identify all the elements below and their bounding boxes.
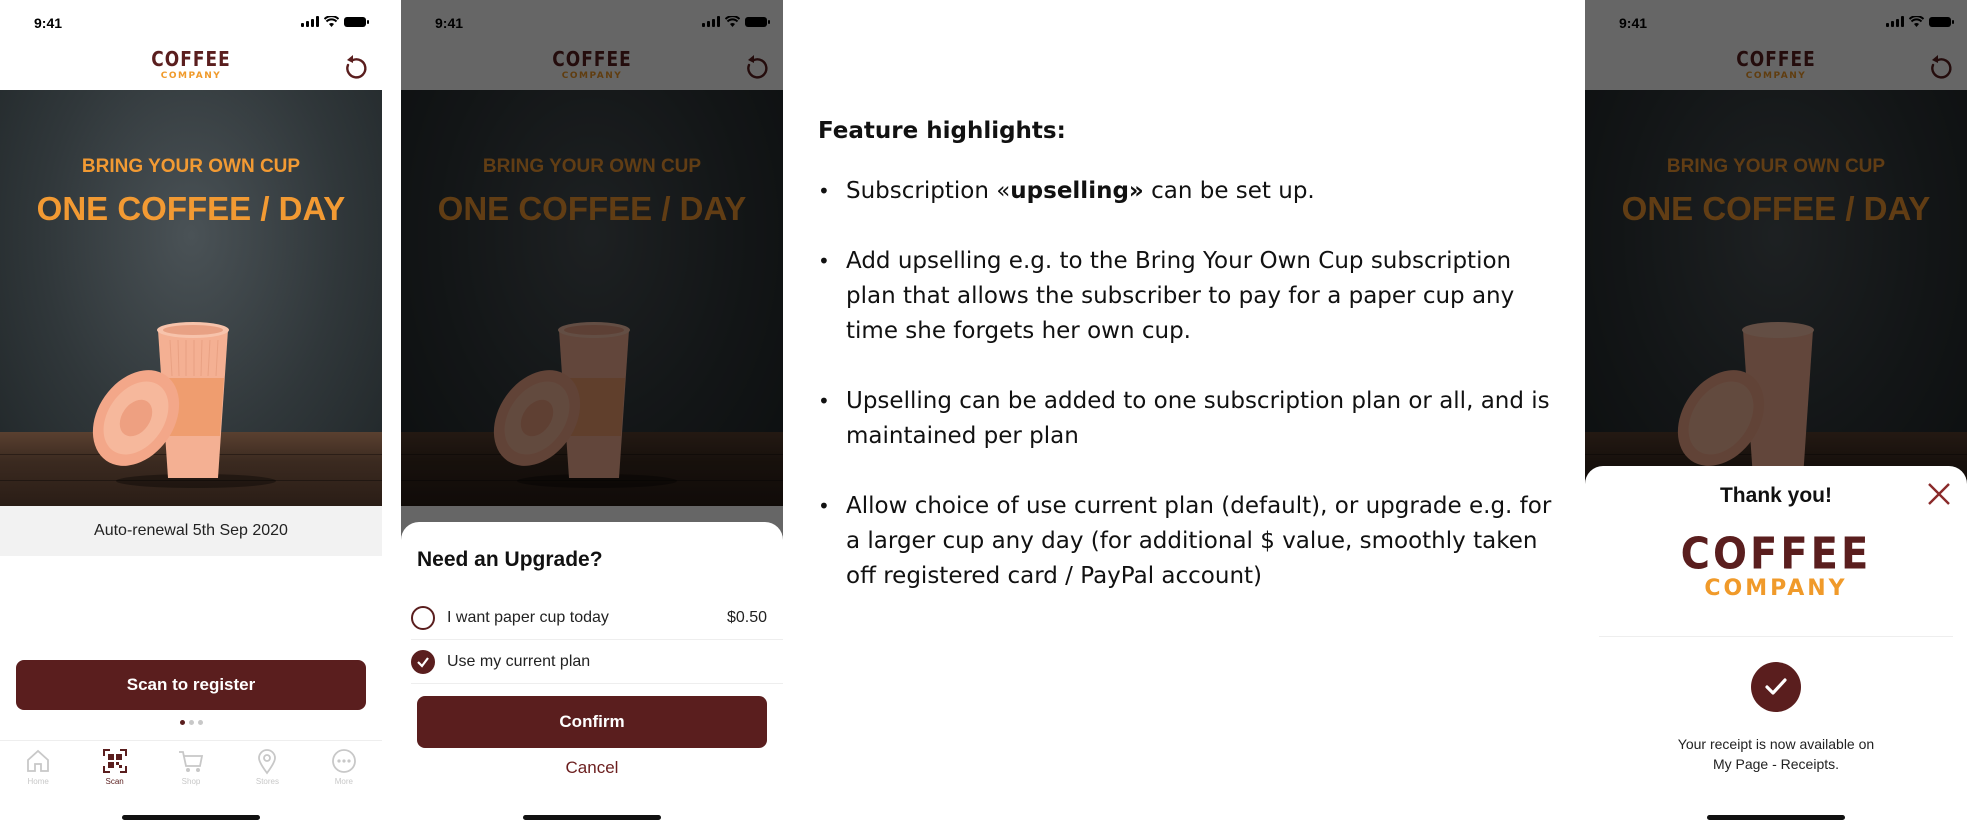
feature-item: Subscription «upselling» can be set up. [818,174,1558,209]
home-indicator [1707,815,1845,820]
receipt-line: Your receipt is now available on [1677,736,1875,752]
status-bar: 9:41 [0,0,382,46]
receipt-line: My Page - Receipts. [1712,756,1840,772]
cancel-link[interactable]: Cancel [401,758,783,778]
sheet-title: Thank you! [1719,484,1832,507]
tab-more[interactable]: More [306,741,382,790]
home-icon [27,749,50,772]
scan-to-register-button[interactable]: Scan to register [16,660,366,710]
cup-illustration [92,322,276,488]
feature-text: can be set up. [1143,178,1315,204]
checkmark-icon [417,656,429,668]
option-paper-cup[interactable]: I want paper cup today $0.50 [411,596,783,640]
refresh-icon[interactable] [340,53,370,83]
option-current-plan[interactable]: Use my current plan [411,640,783,684]
feature-item: Allow choice of use current plan (defaul… [818,489,1558,594]
page-indicator [0,720,382,725]
more-icon [331,749,356,773]
logo-line2: COMPANY [160,71,222,81]
tab-stores[interactable]: Stores [229,741,305,790]
confirm-button[interactable]: Confirm [417,696,767,748]
app-header: COFFEE COMPANY [0,46,382,90]
receipt-message: Your receipt is now available on My Page… [1625,734,1927,774]
signal-icon [301,16,319,27]
brand-logo-large: COFFEE COMPANY [1585,528,1967,601]
tab-label: Home [27,777,49,786]
close-icon[interactable] [1925,480,1953,508]
promo-tagline: BRING YOUR OWN CUP [81,156,301,177]
logo-line1: COFFEE [1680,528,1872,580]
tab-shop[interactable]: Shop [153,741,229,790]
status-time: 9:41 [34,15,63,31]
tab-label: Shop [181,777,201,786]
cart-icon [179,751,204,772]
radio-unchecked-icon[interactable] [411,605,435,630]
home-indicator [523,815,661,820]
feature-emphasis: upselling» [1010,178,1144,204]
status-icons [301,16,369,27]
auto-renewal-info: Auto-renewal 5th Sep 2020 [0,506,382,556]
option-label: Use my current plan [447,652,591,670]
promo-headline: ONE COFFEE / DAY [36,190,346,227]
slide-heading: Feature highlights: [818,118,1066,144]
tab-bar: Home Scan Shop Stores More [0,740,382,790]
divider [1599,636,1953,637]
tab-label: More [334,777,353,786]
location-pin-icon [258,749,277,775]
qr-scan-icon [102,749,127,773]
tab-home[interactable]: Home [0,741,76,790]
phone-screen-upgrade: 9:41 COFFEE COMPANY BRING YOUR OWN CUP O… [401,0,783,826]
feature-text: Subscription « [846,178,1011,204]
logo-line1: COFFEE [151,47,231,72]
tab-scan[interactable]: Scan [76,741,152,790]
feature-list: Subscription «upselling» can be set up. … [818,174,1558,594]
wifi-icon [324,16,339,27]
page-dot [197,720,203,725]
option-label: I want paper cup today [447,608,609,626]
option-price: $0.50 [726,608,767,626]
thank-you-sheet: Thank you! COFFEE COMPANY Your receipt i… [1585,466,1967,826]
battery-icon [344,16,369,27]
feature-item: Upselling can be added to one subscripti… [818,384,1558,454]
radio-checked-icon[interactable] [411,649,435,674]
feature-item: Add upselling e.g. to the Bring Your Own… [818,244,1558,349]
sheet-title: Need an Upgrade? [417,548,603,571]
home-indicator [122,815,260,820]
phone-screen-home: 9:41 COFFEE COMPANY BRING YOUR OWN CUP O… [0,0,382,826]
logo-line2: COMPANY [1704,576,1848,601]
feature-highlights: Feature highlights: Subscription «upsell… [818,118,1558,629]
upgrade-bottom-sheet: Need an Upgrade? I want paper cup today … [401,522,783,826]
promo-banner: BRING YOUR OWN CUP ONE COFFEE / DAY [0,90,382,506]
success-check-icon [1751,662,1801,712]
brand-logo: COFFEE COMPANY [151,47,231,81]
tab-label: Stores [255,777,279,786]
phone-screen-thank-you: 9:41 COFFEE COMPANY BRING YOUR OWN CUP O… [1585,0,1967,826]
page-dot [188,720,194,725]
tab-label: Scan [105,777,124,786]
page-dot [179,720,185,725]
